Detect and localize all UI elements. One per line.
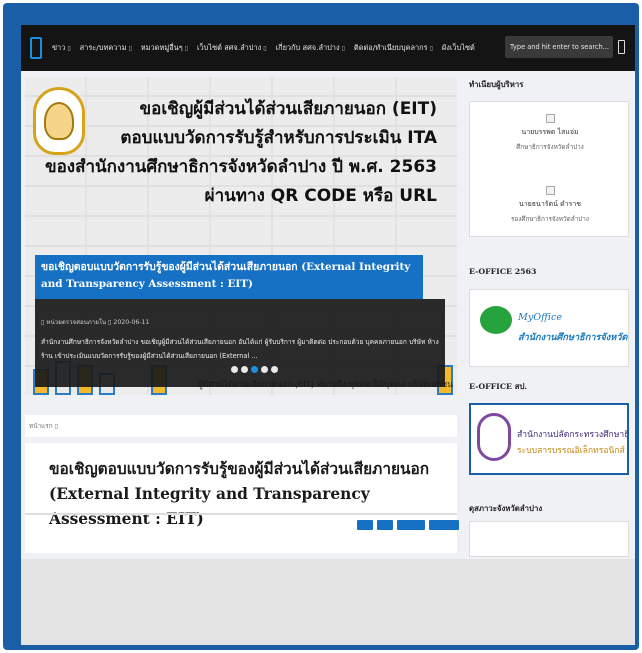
- hero-slider[interactable]: ขอเชิญผู้มีส่วนได้ส่วนเสียภายนอก (EIT) ต…: [25, 77, 457, 395]
- ediscipline-label: ระบบสารบรรณอิเล็กทรอนิกส์: [517, 446, 625, 456]
- sidebar-heading-eoffice-sp: E-OFFICE สป.: [469, 382, 528, 391]
- divider: [25, 513, 457, 515]
- broken-image-icon: [545, 114, 555, 123]
- search-input[interactable]: Type and hit enter to search...: [505, 36, 613, 58]
- nav-item-articles[interactable]: สาระ/บทความ ▯: [80, 42, 132, 54]
- sidebar-heading-province: ดุสภาวะจังหวัดลำปาง: [469, 504, 543, 513]
- share-button[interactable]: [397, 520, 425, 530]
- slider-dot[interactable]: [261, 366, 268, 373]
- slider-pagination: [231, 366, 278, 373]
- office-name-label: สำนักงานศึกษาธิการจังหวัดลำปาง: [518, 332, 628, 343]
- slide-title[interactable]: ขอเชิญตอบแบบวัดการรับรู้ของผู้มีส่วนได้ส…: [35, 255, 423, 299]
- top-navbar: ข่าว ▯ สาระ/บทความ ▯ หมวดหมู่อื่นๆ ▯ เว็บไซ…: [21, 25, 635, 71]
- nav-item-label: ข่าว: [52, 43, 66, 52]
- banner-line: ตอบแบบวัดการรับรู้สำหรับการประเมิน ITA: [120, 128, 437, 148]
- article-header: ขอเชิญตอบแบบวัดการรับรู้ของผู้มีส่วนได้ส…: [25, 443, 459, 553]
- chevron-down-icon: ▯: [263, 44, 267, 52]
- chevron-down-icon: ▯: [429, 44, 433, 52]
- banner-line: ของสำนักงานศึกษาธิการจังหวัดลำปาง ปี พ.ศ…: [44, 157, 437, 177]
- nav-item-label: เว็บไซต์ สศจ.ลำปาง: [196, 43, 262, 52]
- nav-item-label: ติดต่อ/ทำเนียบบุคลากร: [353, 43, 428, 52]
- breadcrumb: หน้าแรก ▯: [25, 415, 457, 437]
- slider-dot[interactable]: [231, 366, 238, 373]
- sidebar-heading-eoffice: E-OFFICE 2563: [469, 267, 537, 276]
- eoffice-sp-banner[interactable]: สำนักงานปลัดกระทรวงศึกษาธิการ ระบบสารบรร…: [469, 403, 629, 475]
- slide-excerpt: สำนักงานศึกษาธิการจังหวัดลำปาง ขอเชิญผู้…: [41, 338, 439, 360]
- nav-item-categories[interactable]: หมวดหมู่อื่นๆ ▯: [141, 42, 188, 54]
- nav-item-contact[interactable]: ติดต่อ/ทำเนียบบุคลากร ▯: [354, 42, 433, 54]
- chevron-down-icon: ▯: [128, 44, 132, 52]
- menu-toggle-icon[interactable]: [30, 37, 42, 59]
- slider-dot[interactable]: [271, 366, 278, 373]
- nav-item-label: หมวดหมู่อื่นๆ: [140, 43, 183, 52]
- banner-line: ขอเชิญผู้มีส่วนได้ส่วนเสียภายนอก (EIT): [139, 99, 437, 119]
- share-button[interactable]: [429, 520, 459, 530]
- nav-item-sitemap[interactable]: ผังเว็บไซต์: [442, 42, 475, 54]
- province-widget: [469, 521, 629, 557]
- search-icon[interactable]: [618, 40, 625, 54]
- slide-caption: ▯ หน่วยตรวจสอบภายใน ▯ 2020-06-11 สำนักงา…: [35, 299, 445, 387]
- nav-item-news[interactable]: ข่าว ▯: [52, 42, 71, 54]
- executive-role: รองศึกษาธิการจังหวัดลำปาง: [511, 215, 589, 223]
- ministry-emblem-icon: [477, 413, 511, 461]
- slide-meta: ▯ หน่วยตรวจสอบภายใน ▯ 2020-06-11: [41, 319, 150, 326]
- chevron-down-icon: ▯: [67, 44, 71, 52]
- executive-name: นายธนารัตน์ ดำราช: [518, 200, 582, 208]
- slider-dot-active[interactable]: [251, 366, 258, 373]
- slider-dot[interactable]: [241, 366, 248, 373]
- page-footer-area: [21, 559, 635, 645]
- executive-entry[interactable]: นายบรรพต ไสแจ่ม ศึกษาธิการจังหวัดลำปาง: [470, 114, 630, 152]
- sidebar-heading-executives: ทำเนียบผู้บริหาร: [469, 80, 524, 89]
- eoffice-banner[interactable]: MyOffice สำนักงานศึกษาธิการจังหวัดลำปาง: [469, 289, 629, 367]
- nav-item-label: เกี่ยวกับ สศจ.ลำปาง: [275, 43, 340, 52]
- banner-line: ผ่านทาง QR CODE หรือ URL: [204, 186, 437, 206]
- executives-card: นายบรรพต ไสแจ่ม ศึกษาธิการจังหวัดลำปาง น…: [469, 101, 629, 237]
- window-frame: ข่าว ▯ สาระ/บทความ ▯ หมวดหมู่อื่นๆ ▯ เว็บไซ…: [3, 3, 639, 650]
- myoffice-label: MyOffice: [518, 312, 563, 323]
- share-button[interactable]: [377, 520, 393, 530]
- breadcrumb-home-link[interactable]: หน้าแรก ▯: [29, 422, 58, 430]
- nav-item-label: ผังเว็บไซต์: [441, 43, 475, 52]
- chevron-down-icon: ▯: [341, 44, 345, 52]
- myoffice-logo-icon: [480, 306, 512, 334]
- browser-screen: ข่าว ▯ สาระ/บทความ ▯ หมวดหมู่อื่นๆ ▯ เว็บไซ…: [21, 25, 635, 645]
- nav-item-label: สาระ/บทความ: [79, 43, 127, 52]
- executive-role: ศึกษาธิการจังหวัดลำปาง: [516, 143, 584, 151]
- nav-menu: ข่าว ▯ สาระ/บทความ ▯ หมวดหมู่อื่นๆ ▯ เว็บไซ…: [52, 42, 484, 54]
- share-button[interactable]: [357, 520, 373, 530]
- ministry-label: สำนักงานปลัดกระทรวงศึกษาธิการ: [517, 430, 629, 440]
- banner-heading: ขอเชิญผู้มีส่วนได้ส่วนเสียภายนอก (EIT) ต…: [45, 95, 437, 211]
- chevron-down-icon: ▯: [184, 44, 188, 52]
- executive-name: นายบรรพต ไสแจ่ม: [521, 128, 579, 136]
- main-content: ขอเชิญผู้มีส่วนได้ส่วนเสียภายนอก (EIT) ต…: [21, 71, 635, 645]
- nav-item-website[interactable]: เว็บไซต์ สศจ.ลำปาง ▯: [197, 42, 267, 54]
- executive-entry[interactable]: นายธนารัตน์ ดำราช รองศึกษาธิการจังหวัดลำ…: [470, 186, 630, 224]
- nav-item-about[interactable]: เกี่ยวกับ สศจ.ลำปาง ▯: [276, 42, 345, 54]
- broken-image-icon: [545, 186, 555, 195]
